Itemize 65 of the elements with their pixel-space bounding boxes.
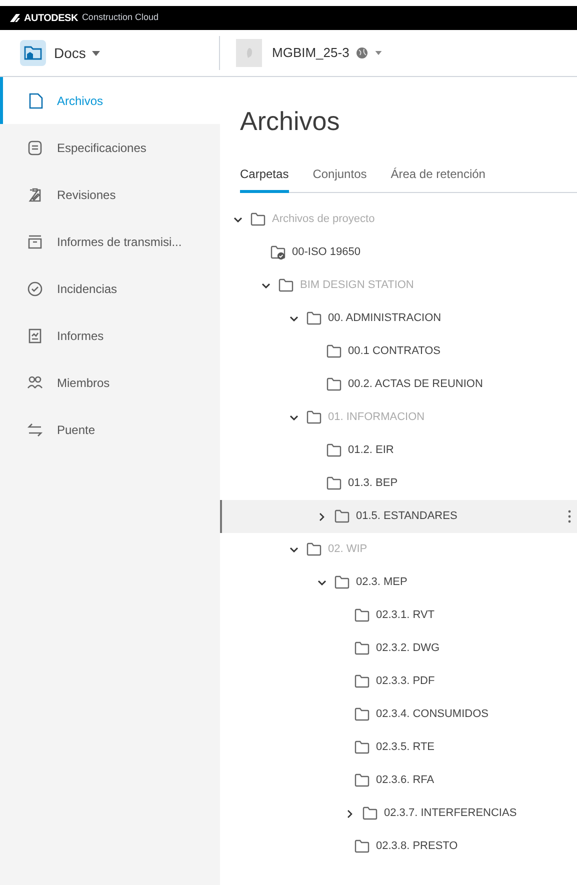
folder-icon <box>354 740 370 755</box>
folder-icon <box>354 839 370 854</box>
folder-name[interactable]: 02.3.8. PRESTO <box>376 838 458 855</box>
folder-icon <box>334 509 350 524</box>
folder-icon <box>354 641 370 656</box>
more-icon[interactable] <box>568 510 571 523</box>
project-thumbnail <box>236 39 262 67</box>
folder-name[interactable]: 02.3.3. PDF <box>376 673 435 690</box>
caret-icon <box>375 51 382 55</box>
folder-name[interactable]: 02.3.7. INTERFERENCIAS <box>384 805 517 822</box>
folder-icon <box>354 707 370 722</box>
brand-name: AUTODESK <box>24 12 78 26</box>
logo-icon <box>10 14 20 22</box>
folder-icon <box>354 773 370 788</box>
folder-name[interactable]: 02.3.1. RVT <box>376 607 434 624</box>
docs-icon[interactable] <box>20 40 46 66</box>
folder-icon <box>334 575 350 590</box>
sidebar-item[interactable]: Miembros <box>0 359 220 406</box>
check-icon <box>27 280 43 296</box>
folder-name[interactable]: 01.5. ESTANDARES <box>356 508 458 525</box>
module-dropdown[interactable]: Docs <box>54 42 100 64</box>
folder-icon <box>250 212 266 227</box>
folder-icon <box>326 344 342 359</box>
caret-icon <box>92 50 100 56</box>
folder-name[interactable]: 00.1 CONTRATOS <box>348 343 441 360</box>
folder-icon <box>306 311 322 326</box>
sidebar-item[interactable]: Informes <box>0 312 220 359</box>
folder-name[interactable]: 00-ISO 19650 <box>292 244 360 261</box>
review-icon <box>27 186 43 202</box>
tab[interactable]: Conjuntos <box>312 165 367 193</box>
project-dropdown[interactable]: MGBIM_25-3 <box>272 43 382 63</box>
report-icon <box>27 328 43 344</box>
folder-icon <box>278 278 294 293</box>
folder-icon <box>326 377 342 392</box>
folder-name[interactable]: 02.3.2. DWG <box>376 640 440 657</box>
folder-name[interactable]: 00.2. ACTAS DE REUNION <box>348 376 483 393</box>
folder-name[interactable]: 02.3.6. RFA <box>376 772 434 789</box>
folder-name[interactable]: 01.3. BEP <box>348 475 398 492</box>
tree-row[interactable]: 01.5. ESTANDARES <box>220 500 577 533</box>
sidebar-item[interactable]: Revisiones <box>0 171 220 218</box>
globe-icon <box>356 47 368 59</box>
folder-icon <box>306 410 322 425</box>
shared-folder-icon <box>270 245 286 260</box>
folder-icon <box>306 542 322 557</box>
folder-name[interactable]: 02.3.5. RTE <box>376 739 434 756</box>
people-icon <box>27 374 43 390</box>
tab[interactable]: Carpetas <box>240 165 289 193</box>
tray-icon <box>27 234 43 250</box>
page-title: Archivos <box>240 105 341 137</box>
sidebar-item[interactable]: Informes de transmisi... <box>0 218 220 265</box>
folder-icon <box>326 443 342 458</box>
sidebar-item[interactable]: Especificaciones <box>0 124 220 171</box>
folder-name[interactable]: 00. ADMINISTRACION <box>328 310 442 327</box>
product-name: Construction Cloud <box>82 11 158 24</box>
tab[interactable]: Área de retención <box>390 165 486 193</box>
folder-name[interactable]: 02.3.4. CONSUMIDOS <box>376 706 488 723</box>
folder-icon <box>354 608 370 623</box>
folder-icon <box>354 674 370 689</box>
sidebar-item[interactable]: Incidencias <box>0 265 220 312</box>
file-icon <box>27 92 43 108</box>
folder-name[interactable]: 01.2. EIR <box>348 442 394 459</box>
folder-icon <box>362 806 378 821</box>
folder-icon <box>326 476 342 491</box>
sidebar-item[interactable]: Puente <box>0 406 220 453</box>
folder-name[interactable]: 02.3. MEP <box>356 574 408 591</box>
